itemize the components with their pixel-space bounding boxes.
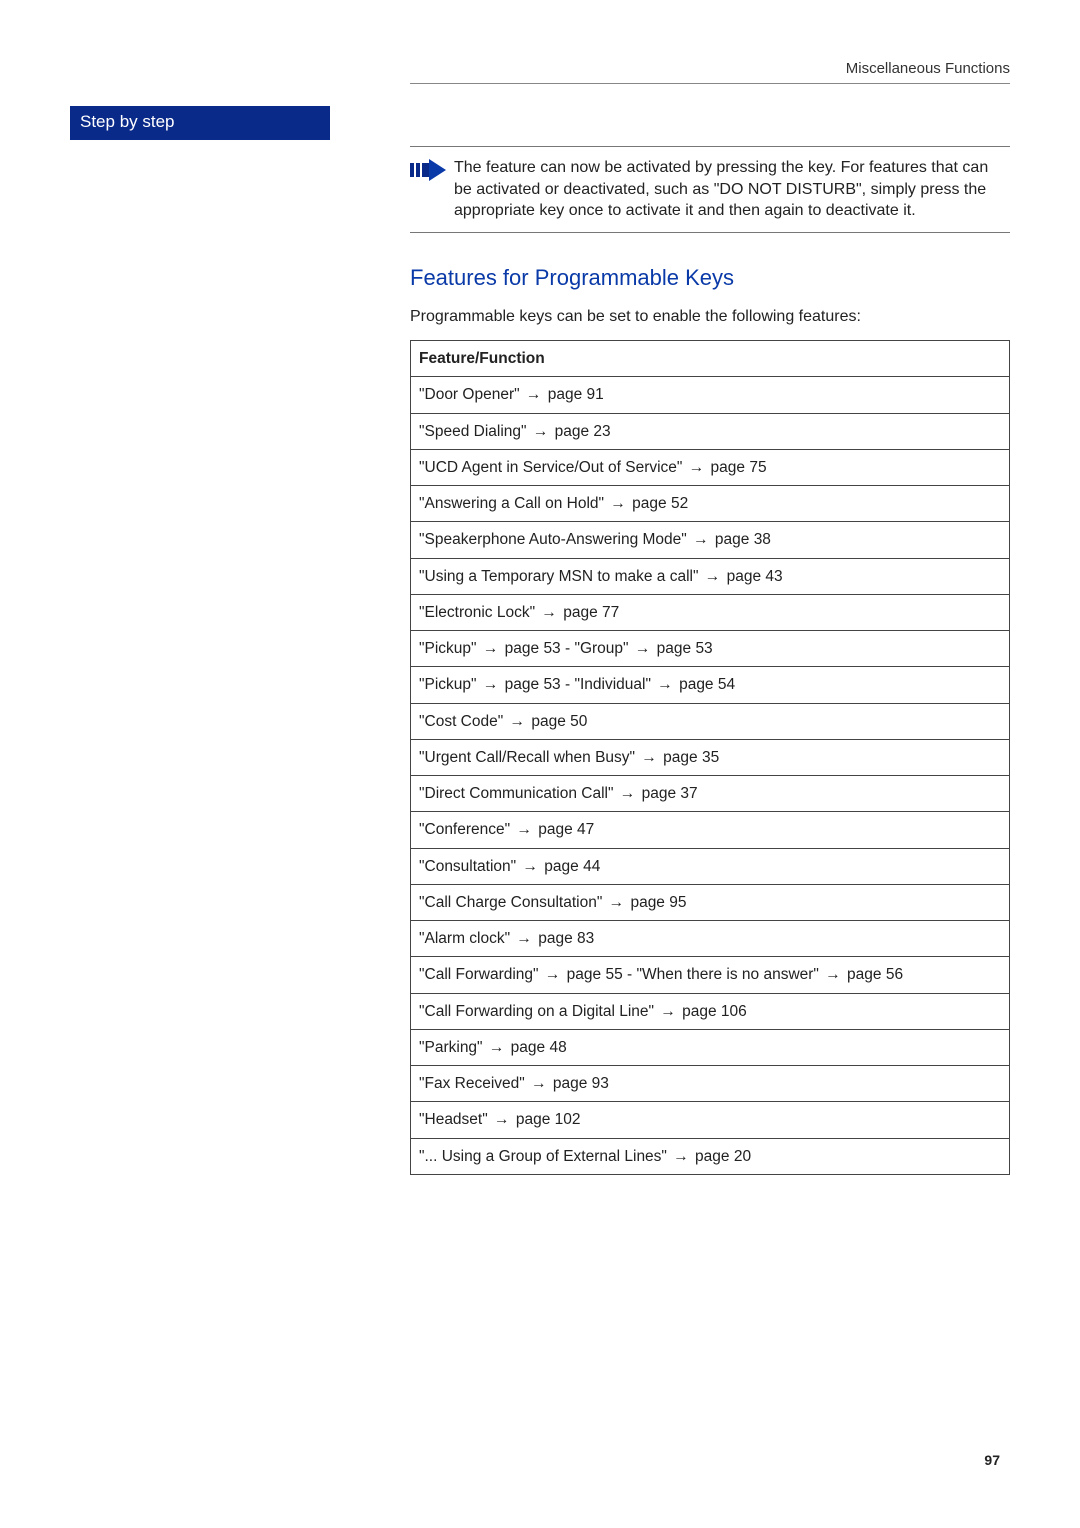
section-heading: Features for Programmable Keys bbox=[410, 263, 1010, 293]
arrow-icon: → bbox=[481, 673, 501, 696]
feature-cell: "Call Forwarding on a Digital Line" → pa… bbox=[411, 993, 1010, 1029]
arrow-icon: → bbox=[531, 420, 551, 443]
table-row: "Answering a Call on Hold" → page 52 bbox=[411, 486, 1010, 522]
feature-cell: "Door Opener" → page 91 bbox=[411, 377, 1010, 413]
feature-cell: "Electronic Lock" → page 77 bbox=[411, 594, 1010, 630]
feature-cell: "Speed Dialing" → page 23 bbox=[411, 413, 1010, 449]
table-row: "Using a Temporary MSN to make a call" →… bbox=[411, 558, 1010, 594]
table-row: "Call Forwarding" → page 55 - "When ther… bbox=[411, 957, 1010, 993]
section-intro: Programmable keys can be set to enable t… bbox=[410, 306, 1010, 328]
arrow-icon: → bbox=[639, 746, 659, 769]
feature-cell: "Conference" → page 47 bbox=[411, 812, 1010, 848]
page: Miscellaneous Functions Step by step The… bbox=[0, 0, 1080, 1528]
arrow-icon: → bbox=[508, 710, 528, 733]
table-row: "Speakerphone Auto-Answering Mode" → pag… bbox=[411, 522, 1010, 558]
arrow-icon: → bbox=[823, 963, 843, 986]
arrow-icon: → bbox=[691, 528, 711, 551]
arrow-icon: → bbox=[633, 637, 653, 660]
arrow-icon: → bbox=[529, 1072, 549, 1095]
feature-cell: "Speakerphone Auto-Answering Mode" → pag… bbox=[411, 522, 1010, 558]
table-row: "UCD Agent in Service/Out of Service" → … bbox=[411, 449, 1010, 485]
arrow-icon: → bbox=[481, 637, 501, 660]
arrow-icon: → bbox=[703, 565, 723, 588]
arrow-icon: → bbox=[543, 963, 563, 986]
feature-cell: "Consultation" → page 44 bbox=[411, 848, 1010, 884]
table-row: "Direct Communication Call" → page 37 bbox=[411, 776, 1010, 812]
arrow-icon: → bbox=[655, 673, 675, 696]
main-content: The feature can now be activated by pres… bbox=[410, 106, 1010, 1175]
feature-cell: "UCD Agent in Service/Out of Service" → … bbox=[411, 449, 1010, 485]
arrow-icon: → bbox=[687, 456, 707, 479]
feature-cell: "Parking" → page 48 bbox=[411, 1029, 1010, 1065]
arrow-icon: → bbox=[514, 927, 534, 950]
sidebar-title: Step by step bbox=[70, 106, 330, 140]
feature-cell: "... Using a Group of External Lines" → … bbox=[411, 1138, 1010, 1174]
arrow-icon: → bbox=[539, 601, 559, 624]
page-number: 97 bbox=[984, 1452, 1000, 1468]
feature-cell: "Urgent Call/Recall when Busy" → page 35 bbox=[411, 739, 1010, 775]
table-row: "Pickup" → page 53 - "Individual" → page… bbox=[411, 667, 1010, 703]
feature-cell: "Pickup" → page 53 - "Group" → page 53 bbox=[411, 631, 1010, 667]
feature-cell: "Alarm clock" → page 83 bbox=[411, 921, 1010, 957]
arrow-icon: → bbox=[524, 383, 544, 406]
arrow-icon: → bbox=[492, 1108, 512, 1131]
arrow-icon: → bbox=[520, 855, 540, 878]
arrow-icon: → bbox=[608, 492, 628, 515]
arrow-icon: → bbox=[607, 891, 627, 914]
columns: Step by step The feature can now be acti… bbox=[70, 106, 1010, 1175]
table-row: "Pickup" → page 53 - "Group" → page 53 bbox=[411, 631, 1010, 667]
table-row: "Urgent Call/Recall when Busy" → page 35 bbox=[411, 739, 1010, 775]
feature-cell: "Cost Code" → page 50 bbox=[411, 703, 1010, 739]
feature-cell: "Pickup" → page 53 - "Individual" → page… bbox=[411, 667, 1010, 703]
table-row: "Cost Code" → page 50 bbox=[411, 703, 1010, 739]
arrow-icon: → bbox=[671, 1145, 691, 1168]
arrow-icon: → bbox=[618, 782, 638, 805]
feature-table: Feature/Function "Door Opener" → page 91… bbox=[410, 340, 1010, 1175]
feature-cell: "Direct Communication Call" → page 37 bbox=[411, 776, 1010, 812]
table-row: "Conference" → page 47 bbox=[411, 812, 1010, 848]
feature-cell: "Using a Temporary MSN to make a call" →… bbox=[411, 558, 1010, 594]
table-row: "Alarm clock" → page 83 bbox=[411, 921, 1010, 957]
arrow-icon: → bbox=[658, 1000, 678, 1023]
arrow-icon: → bbox=[514, 818, 534, 841]
feature-cell: "Call Charge Consultation" → page 95 bbox=[411, 884, 1010, 920]
sidebar: Step by step bbox=[70, 106, 330, 140]
table-row: "Door Opener" → page 91 bbox=[411, 377, 1010, 413]
feature-table-header: Feature/Function bbox=[411, 341, 1010, 377]
feature-cell: "Headset" → page 102 bbox=[411, 1102, 1010, 1138]
table-row: "Speed Dialing" → page 23 bbox=[411, 413, 1010, 449]
table-row: "Parking" → page 48 bbox=[411, 1029, 1010, 1065]
table-row: "Consultation" → page 44 bbox=[411, 848, 1010, 884]
feature-cell: "Fax Received" → page 93 bbox=[411, 1066, 1010, 1102]
note-box: The feature can now be activated by pres… bbox=[410, 146, 1010, 233]
table-row: "Fax Received" → page 93 bbox=[411, 1066, 1010, 1102]
feature-cell: "Call Forwarding" → page 55 - "When ther… bbox=[411, 957, 1010, 993]
table-row: "Headset" → page 102 bbox=[411, 1102, 1010, 1138]
note-arrow-icon bbox=[410, 157, 454, 222]
feature-cell: "Answering a Call on Hold" → page 52 bbox=[411, 486, 1010, 522]
table-row: "... Using a Group of External Lines" → … bbox=[411, 1138, 1010, 1174]
header-right-text: Miscellaneous Functions bbox=[846, 60, 1010, 77]
table-row: "Call Forwarding on a Digital Line" → pa… bbox=[411, 993, 1010, 1029]
table-row: "Call Charge Consultation" → page 95 bbox=[411, 884, 1010, 920]
arrow-icon: → bbox=[487, 1036, 507, 1059]
page-header: Miscellaneous Functions bbox=[410, 60, 1010, 84]
note-text: The feature can now be activated by pres… bbox=[454, 157, 1010, 222]
table-row: "Electronic Lock" → page 77 bbox=[411, 594, 1010, 630]
